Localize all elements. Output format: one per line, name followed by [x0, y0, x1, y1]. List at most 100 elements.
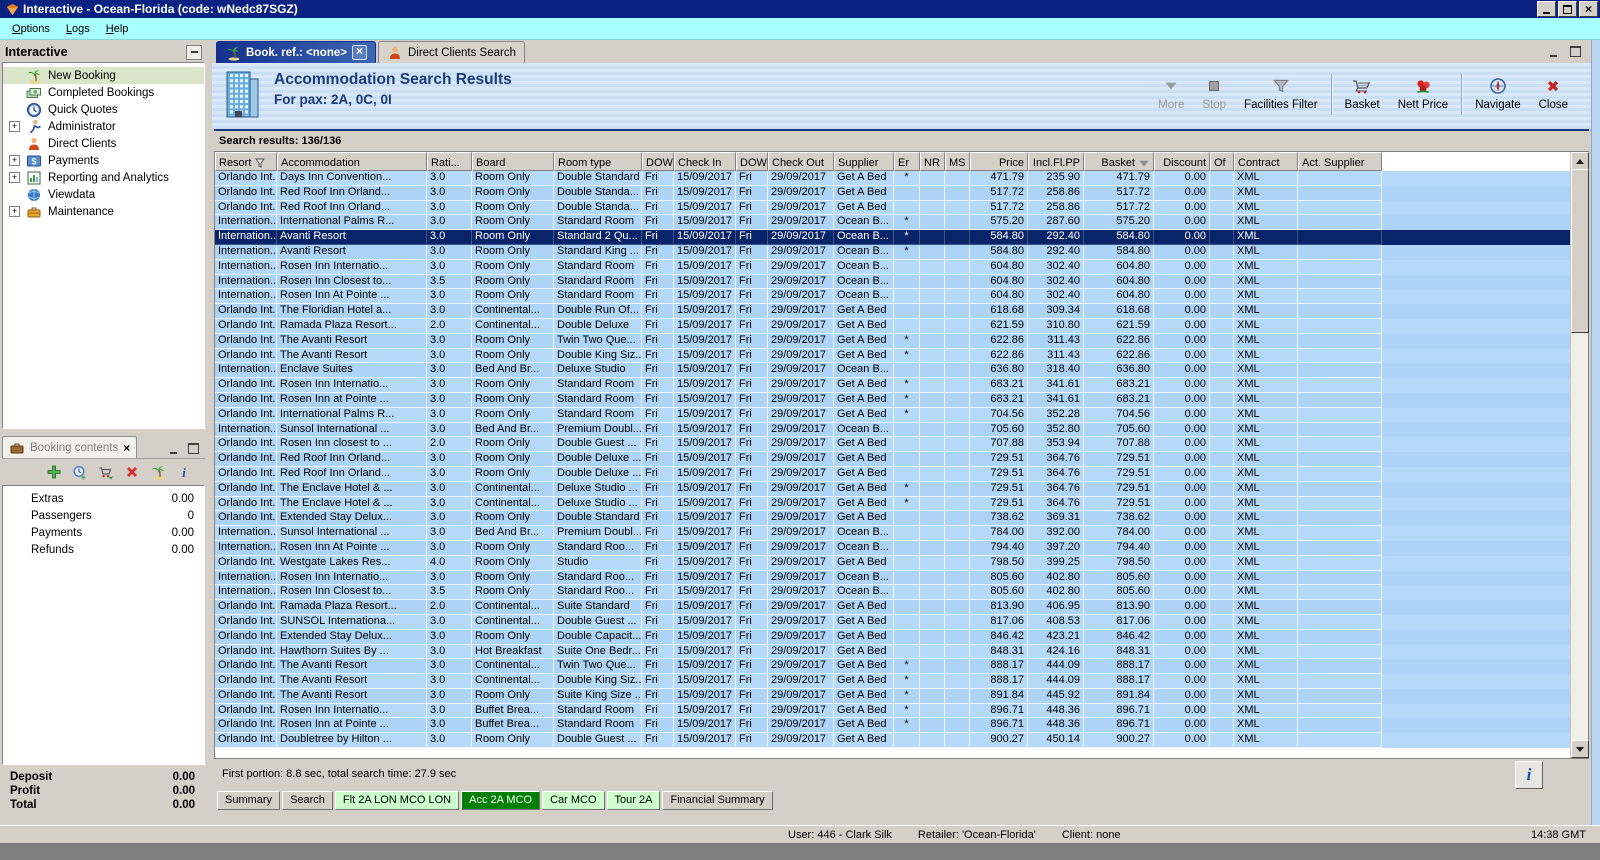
- expand-icon[interactable]: +: [9, 121, 20, 132]
- tab-direct-clients-search[interactable]: Direct Clients Search: [377, 41, 525, 63]
- column-header-price[interactable]: Price: [970, 152, 1028, 171]
- panel-splitter[interactable]: [205, 40, 212, 825]
- delete-button[interactable]: [123, 463, 141, 481]
- scrollbar-thumb[interactable]: [1571, 169, 1589, 333]
- sidebar-item-direct-clients[interactable]: +Direct Clients: [3, 135, 204, 152]
- column-header-rati[interactable]: Rati...: [427, 152, 472, 171]
- table-row[interactable]: Orlando Int... The Floridian Hotel a... 3.…: [215, 304, 1571, 319]
- column-header-act-supplier[interactable]: Act. Supplier: [1298, 152, 1382, 171]
- column-header-check-in[interactable]: Check In: [674, 152, 736, 171]
- column-header-incl-fl-pp[interactable]: Incl.Fl.PP: [1028, 152, 1084, 171]
- close-booking-tab-icon[interactable]: ×: [123, 441, 130, 455]
- table-row[interactable]: Internation... Rosen Inn Closest to... 3.5…: [215, 274, 1571, 290]
- palm-tree-button[interactable]: [149, 463, 167, 481]
- column-header-er[interactable]: Er: [894, 152, 920, 171]
- bottom-tab-financial-summary[interactable]: Financial Summary: [662, 791, 773, 810]
- quote-clock-button[interactable]: [71, 463, 89, 481]
- table-row[interactable]: Orlando Int... The Enclave Hotel & ... 3.0…: [215, 496, 1571, 512]
- info-button[interactable]: i: [175, 463, 193, 481]
- booking-contents-tab[interactable]: Booking contents ×: [2, 436, 138, 458]
- bottom-tab-car-mco[interactable]: Car MCO: [542, 791, 605, 810]
- table-row[interactable]: Orlando Int... Red Roof Inn Orland... 3.0 R…: [215, 452, 1571, 467]
- table-row[interactable]: Orlando Int... The Avanti Resort 3.0 Contin…: [215, 659, 1571, 675]
- table-row[interactable]: Internation... Rosen Inn Internatio... 3.0…: [215, 259, 1571, 275]
- table-row[interactable]: Internation... Avanti Resort 3.0 Room Only S…: [215, 230, 1571, 245]
- column-header-ms[interactable]: MS: [945, 152, 970, 171]
- sidebar-item-administrator[interactable]: + Administrator: [3, 118, 204, 135]
- nett-price-button[interactable]: Nett Price: [1389, 75, 1458, 113]
- expand-icon[interactable]: +: [9, 172, 20, 183]
- column-header-dow[interactable]: DOW: [642, 152, 674, 171]
- sidebar-item-maintenance[interactable]: + Maintenance: [3, 203, 204, 220]
- table-row[interactable]: Internation... Avanti Resort 3.0 Room Only S…: [215, 244, 1571, 260]
- bottom-tab-summary[interactable]: Summary: [217, 791, 281, 810]
- basket-button[interactable]: Basket: [1336, 75, 1389, 113]
- bottom-tab-acc-2a-mco[interactable]: Acc 2A MCO: [461, 791, 541, 810]
- sidebar-item-completed-bookings[interactable]: +Completed Bookings: [3, 84, 204, 101]
- table-row[interactable]: Orlando Int... The Enclave Hotel & ... 3.0…: [215, 481, 1571, 497]
- table-row[interactable]: Orlando Int... Days Inn Convention... 3.0 R…: [215, 171, 1571, 186]
- table-row[interactable]: Orlando Int... Rosen Inn closest to ... 2.…: [215, 437, 1571, 453]
- sidebar-item-quick-quotes[interactable]: +Quick Quotes: [3, 101, 204, 118]
- table-row[interactable]: Orlando Int... Rosen Inn at Pointe ... 3.0…: [215, 392, 1571, 408]
- bottom-tab-search[interactable]: Search: [282, 791, 333, 810]
- bottom-tab-tour-2a[interactable]: Tour 2A: [606, 791, 661, 810]
- table-row[interactable]: Orlando Int... Red Roof Inn Orland... 3.0 R…: [215, 200, 1571, 216]
- close-button[interactable]: ×: [1579, 1, 1598, 17]
- table-row[interactable]: Internation... Rosen Inn At Pointe ... 3.0…: [215, 540, 1571, 556]
- table-row[interactable]: Orlando Int... Ramada Plaza Resort... 2.0 C…: [215, 600, 1571, 615]
- column-header-of[interactable]: Of: [1210, 152, 1234, 171]
- table-row[interactable]: Internation... Rosen Inn Closest to... 3.5…: [215, 585, 1571, 601]
- maximize-view-button[interactable]: [1569, 46, 1581, 57]
- menu-item-help[interactable]: Help: [98, 21, 137, 37]
- column-header-resort[interactable]: Resort: [215, 152, 277, 171]
- table-row[interactable]: Internation... Rosen Inn Internatio... 3.0…: [215, 570, 1571, 586]
- sidebar-item-new-booking[interactable]: +New Booking: [3, 67, 204, 84]
- table-row[interactable]: Orlando Int... SUNSOL Internationa... 3.0 C…: [215, 614, 1571, 630]
- table-row[interactable]: Orlando Int... Rosen Inn Internatio... 3.0…: [215, 378, 1571, 393]
- facilities-filter-button[interactable]: Facilities Filter: [1235, 75, 1326, 113]
- column-header-accommodation[interactable]: Accommodation: [277, 152, 427, 171]
- stop-button[interactable]: Stop: [1193, 75, 1235, 113]
- table-row[interactable]: Internation... International Palms R... 3.…: [215, 215, 1571, 231]
- scroll-down-button[interactable]: [1571, 740, 1589, 758]
- sidebar-item-payments[interactable]: + $ Payments: [3, 152, 204, 169]
- table-row[interactable]: Orlando Int... Doubletree by Hilton ... 3.…: [215, 733, 1571, 749]
- minimize-button[interactable]: [1537, 1, 1556, 17]
- vertical-scrollbar[interactable]: [1570, 152, 1589, 758]
- table-row[interactable]: Orlando Int... The Avanti Resort 3.0 Contin…: [215, 674, 1571, 689]
- minimize-view-button[interactable]: [1547, 46, 1559, 57]
- navigate-button[interactable]: Navigate: [1466, 75, 1529, 113]
- column-header-check-out[interactable]: Check Out: [768, 152, 834, 171]
- column-header-dow[interactable]: DOW: [736, 152, 768, 171]
- restore-button[interactable]: [1558, 1, 1577, 17]
- table-row[interactable]: Internation... Sunsol International ... 3.…: [215, 422, 1571, 438]
- table-row[interactable]: Orlando Int... Ramada Plaza Resort... 2.0 C…: [215, 318, 1571, 334]
- table-row[interactable]: Orlando Int... Extended Stay Delux... 3.0 R…: [215, 629, 1571, 645]
- scroll-up-button[interactable]: [1571, 152, 1589, 170]
- expand-icon[interactable]: +: [9, 206, 20, 217]
- table-row[interactable]: Orlando Int... Hawthorn Suites By ... 3.0 H…: [215, 644, 1571, 660]
- table-row[interactable]: Internation... Enclave Suites 3.0 Bed And B…: [215, 363, 1571, 379]
- table-row[interactable]: Orlando Int... The Avanti Resort 3.0 Room O…: [215, 333, 1571, 349]
- column-header-basket[interactable]: Basket: [1084, 152, 1154, 171]
- maximize-panel-button[interactable]: [187, 443, 199, 454]
- table-row[interactable]: Orlando Int... Red Roof Inn Orland... 3.0 R…: [215, 466, 1571, 482]
- bottom-tab-flt-2a-lon-mco-lon[interactable]: Flt 2A LON MCO LON: [334, 791, 460, 810]
- collapse-panel-button[interactable]: [186, 44, 202, 60]
- table-row[interactable]: Orlando Int... Rosen Inn Internatio... 3.0…: [215, 703, 1571, 719]
- table-row[interactable]: Internation... Sunsol International ... 3.…: [215, 526, 1571, 541]
- sidebar-item-viewdata[interactable]: +Viewdata: [3, 186, 204, 203]
- sidebar-item-reporting-and-analytics[interactable]: + Reporting and Analytics: [3, 169, 204, 186]
- tab-book-ref-none[interactable]: Book. ref.: <none> ×: [216, 41, 376, 63]
- cart-go-button[interactable]: [97, 463, 115, 481]
- column-header-room-type[interactable]: Room type: [554, 152, 642, 171]
- close-button[interactable]: Close: [1530, 75, 1577, 113]
- menu-item-logs[interactable]: Logs: [58, 21, 98, 37]
- expand-icon[interactable]: +: [9, 155, 20, 166]
- table-row[interactable]: Orlando Int... Rosen Inn at Pointe ... 3.0…: [215, 718, 1571, 734]
- table-row[interactable]: Orlando Int... The Avanti Resort 3.0 Room O…: [215, 688, 1571, 704]
- minimize-panel-button[interactable]: [167, 443, 179, 454]
- column-header-nr[interactable]: NR: [920, 152, 945, 171]
- more-button[interactable]: More: [1149, 75, 1193, 113]
